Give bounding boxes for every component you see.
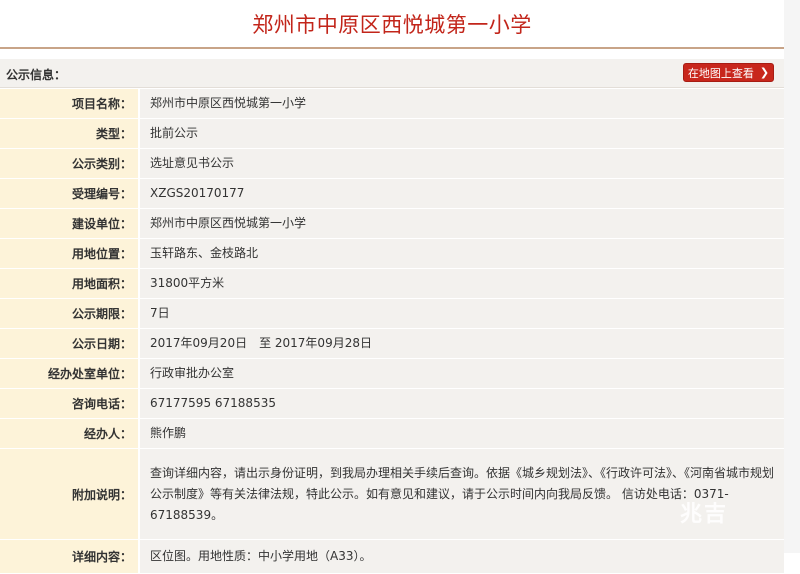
view-on-map-button[interactable]: 在地图上查看 ❯ bbox=[683, 63, 774, 82]
row-label: 类型： bbox=[0, 119, 140, 148]
table-row: 类型： 批前公示 bbox=[0, 119, 784, 149]
row-value: 67177595 67188535 bbox=[140, 389, 784, 418]
page-title: 郑州市中原区西悦城第一小学 bbox=[252, 12, 532, 37]
row-value: 2017年09月20日 至 2017年09月28日 bbox=[140, 329, 784, 358]
table-row: 公示期限： 7日 bbox=[0, 299, 784, 329]
row-label: 公示日期： bbox=[0, 329, 140, 358]
table-row: 公示类别： 选址意见书公示 bbox=[0, 149, 784, 179]
page-header: 郑州市中原区西悦城第一小学 bbox=[0, 0, 784, 49]
row-value: 区位图。用地性质：中小学用地（A33）。 bbox=[140, 540, 784, 573]
row-label: 用地面积： bbox=[0, 269, 140, 298]
table-row: 用地位置： 玉轩路东、金枝路北 bbox=[0, 239, 784, 269]
section-label: 公示信息： bbox=[6, 68, 67, 82]
row-value: XZGS20170177 bbox=[140, 179, 784, 208]
table-row: 咨询电话： 67177595 67188535 bbox=[0, 389, 784, 419]
row-label: 公示类别： bbox=[0, 149, 140, 178]
row-value: 31800平方米 bbox=[140, 269, 784, 298]
row-label: 项目名称： bbox=[0, 89, 140, 118]
row-value: 郑州市中原区西悦城第一小学 bbox=[140, 209, 784, 238]
row-value: 玉轩路东、金枝路北 bbox=[140, 239, 784, 268]
info-table: 项目名称： 郑州市中原区西悦城第一小学 类型： 批前公示 公示类别： 选址意见书… bbox=[0, 89, 784, 574]
chevron-right-icon: ❯ bbox=[759, 66, 770, 79]
table-row: 建设单位： 郑州市中原区西悦城第一小学 bbox=[0, 209, 784, 239]
row-value: 熊作鹏 bbox=[140, 419, 784, 448]
table-row: 受理编号： XZGS20170177 bbox=[0, 179, 784, 209]
watermark-logo: 兆吉 bbox=[680, 502, 729, 527]
row-label: 详细内容： bbox=[0, 540, 140, 573]
row-label: 咨询电话： bbox=[0, 389, 140, 418]
row-label: 受理编号： bbox=[0, 179, 140, 208]
table-row: 经办人： 熊作鹏 bbox=[0, 419, 784, 449]
table-row: 经办处室单位： 行政审批办公室 bbox=[0, 359, 784, 389]
section-bar: 公示信息： 在地图上查看 ❯ bbox=[0, 59, 784, 88]
row-label: 经办处室单位： bbox=[0, 359, 140, 388]
row-value: 行政审批办公室 bbox=[140, 359, 784, 388]
view-on-map-label: 在地图上查看 bbox=[687, 66, 754, 80]
table-row: 用地面积： 31800平方米 bbox=[0, 269, 784, 299]
table-row: 项目名称： 郑州市中原区西悦城第一小学 bbox=[0, 89, 784, 119]
row-label: 经办人： bbox=[0, 419, 140, 448]
row-value: 批前公示 bbox=[140, 119, 784, 148]
row-label: 用地位置： bbox=[0, 239, 140, 268]
table-row: 公示日期： 2017年09月20日 至 2017年09月28日 bbox=[0, 329, 784, 359]
row-label: 附加说明： bbox=[0, 449, 140, 539]
table-row: 详细内容： 区位图。用地性质：中小学用地（A33）。 bbox=[0, 540, 784, 574]
row-label: 建设单位： bbox=[0, 209, 140, 238]
row-value: 郑州市中原区西悦城第一小学 bbox=[140, 89, 784, 118]
table-row: 附加说明： 查询详细内容，请出示身份证明，到我局办理相关手续后查询。依据《城乡规… bbox=[0, 449, 784, 540]
row-value: 选址意见书公示 bbox=[140, 149, 784, 178]
row-label: 公示期限： bbox=[0, 299, 140, 328]
row-value: 7日 bbox=[140, 299, 784, 328]
scrollbar[interactable] bbox=[784, 0, 800, 553]
